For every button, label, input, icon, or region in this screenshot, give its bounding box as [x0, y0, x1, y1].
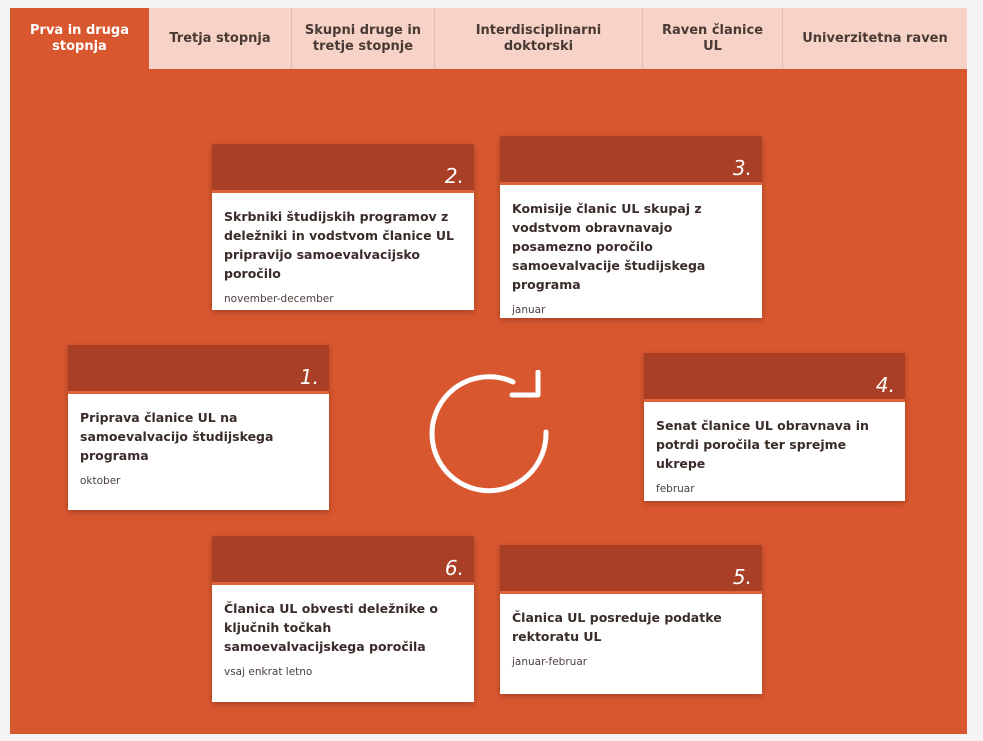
step-number: 4.	[875, 373, 895, 397]
step-card-5: 5. Članica UL posreduje podatke rektorat…	[500, 545, 762, 694]
step-title: Članica UL posreduje podatke rektoratu U…	[512, 610, 722, 644]
step-title: Komisije članic UL skupaj z vodstvom obr…	[512, 201, 706, 292]
step-card-1: 1. Priprava članice UL na samoevalvacijo…	[68, 345, 329, 510]
step-card-header: 1.	[68, 345, 329, 394]
refresh-cycle-icon	[429, 370, 549, 494]
tab-label: Prva in druga stopnja	[30, 22, 129, 54]
step-date: oktober	[80, 475, 121, 487]
step-date: januar-februar	[512, 656, 588, 668]
tab-label: Raven članice UL	[661, 22, 764, 54]
step-card-header: 6.	[212, 536, 474, 585]
tab-univerzitetna-raven[interactable]: Univerzitetna raven	[783, 8, 967, 69]
step-date: november-december	[224, 293, 334, 305]
step-title: Senat članice UL obravnava in potrdi por…	[656, 418, 869, 471]
step-title: Skrbniki študijskih programov z deležnik…	[224, 209, 455, 281]
step-card-header: 3.	[500, 136, 762, 185]
step-card-header: 4.	[644, 353, 905, 402]
step-number: 3.	[732, 156, 752, 180]
step-title: Članica UL obvesti deležnike o ključnih …	[224, 601, 438, 654]
step-card-header: 5.	[500, 545, 762, 594]
step-number: 1.	[299, 365, 319, 389]
step-date: vsaj enkrat letno	[224, 666, 313, 678]
tab-label: Interdisciplinarni doktorski	[475, 22, 602, 54]
tab-label: Skupni druge in tretje stopnje	[304, 22, 422, 54]
tab-raven-clanice-ul[interactable]: Raven članice UL	[643, 8, 783, 69]
step-card-6: 6. Članica UL obvesti deležnike o ključn…	[212, 536, 474, 702]
tab-label: Tretja stopnja	[169, 30, 271, 46]
step-date: februar	[656, 483, 695, 495]
step-card-header: 2.	[212, 144, 474, 193]
tab-tretja-stopnja[interactable]: Tretja stopnja	[149, 8, 292, 69]
step-date: januar	[512, 304, 546, 316]
step-number: 5.	[732, 565, 752, 589]
tab-prva-in-druga-stopnja[interactable]: Prva in druga stopnja	[10, 8, 149, 69]
process-diagram: Prva in druga stopnja Tretja stopnja Sku…	[10, 8, 967, 734]
tab-interdisciplinarni-doktorski[interactable]: Interdisciplinarni doktorski	[435, 8, 643, 69]
step-card-4: 4. Senat članice UL obravnava in potrdi …	[644, 353, 905, 501]
tab-bar: Prva in druga stopnja Tretja stopnja Sku…	[10, 8, 967, 69]
step-card-3: 3. Komisije članic UL skupaj z vodstvom …	[500, 136, 762, 318]
tab-skupni-druge-in-tretje-stopnje[interactable]: Skupni druge in tretje stopnje	[292, 8, 435, 69]
step-number: 2.	[444, 164, 464, 188]
step-title: Priprava članice UL na samoevalvacijo št…	[80, 410, 274, 463]
step-card-2: 2. Skrbniki študijskih programov z delež…	[212, 144, 474, 310]
step-number: 6.	[444, 556, 464, 580]
tab-label: Univerzitetna raven	[802, 30, 948, 46]
